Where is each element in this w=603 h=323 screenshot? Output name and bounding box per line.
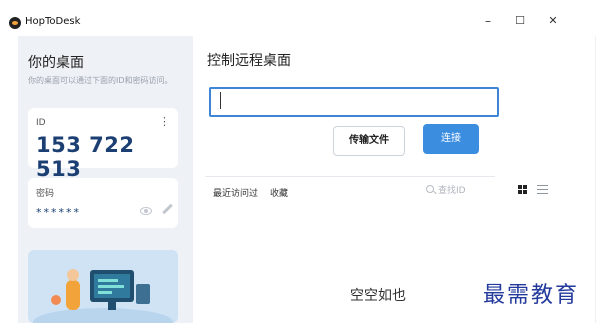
minimize-button[interactable]: – [480, 14, 496, 28]
id-label: ID [36, 118, 46, 128]
search-placeholder: 查找ID [438, 186, 466, 196]
tab-recent[interactable]: 最近访问过 [213, 186, 258, 199]
main-title: 控制远程桌面 [207, 53, 291, 69]
sidebar-title: 你的桌面 [28, 55, 84, 71]
remote-id-input[interactable] [209, 87, 499, 117]
password-label: 密码 [36, 189, 55, 199]
divider [205, 176, 495, 177]
search-icon [426, 185, 434, 193]
id-card: ID ⋮ 153 722 513 [28, 108, 178, 181]
list-view-icon[interactable] [537, 185, 548, 194]
password-value: ****** [36, 206, 81, 219]
show-password-icon[interactable] [140, 207, 152, 215]
tab-favorites[interactable]: 收藏 [270, 186, 288, 199]
window-edge [595, 36, 596, 323]
password-card: 密码 ****** [28, 178, 178, 228]
app-title: HopToDesk [25, 16, 81, 27]
transfer-file-button[interactable]: 传输文件 [333, 126, 405, 156]
connect-button[interactable]: 连接 [423, 124, 479, 154]
watermark: 最需教育 [483, 283, 580, 308]
empty-message: 空空如也 [350, 288, 406, 304]
sidebar: 你的桌面 你的桌面可以通过下面的ID和密码访问。 ID ⋮ 153 722 51… [18, 36, 193, 323]
promo-illustration [28, 250, 178, 323]
id-value: 153 722 513 [36, 133, 135, 181]
text-caret [220, 92, 221, 109]
close-button[interactable]: ✕ [545, 14, 561, 27]
sidebar-description: 你的桌面可以通过下面的ID和密码访问。 [28, 76, 173, 85]
maximize-button[interactable]: ☐ [512, 14, 528, 27]
title-bar: HopToDesk – ☐ ✕ [0, 0, 603, 36]
illustration-image [33, 269, 173, 323]
search-box[interactable]: 查找ID [424, 182, 494, 196]
id-menu-icon[interactable]: ⋮ [159, 115, 170, 128]
app-logo-icon [9, 17, 21, 29]
edit-password-icon[interactable] [162, 203, 173, 215]
grid-view-icon[interactable] [518, 185, 527, 194]
